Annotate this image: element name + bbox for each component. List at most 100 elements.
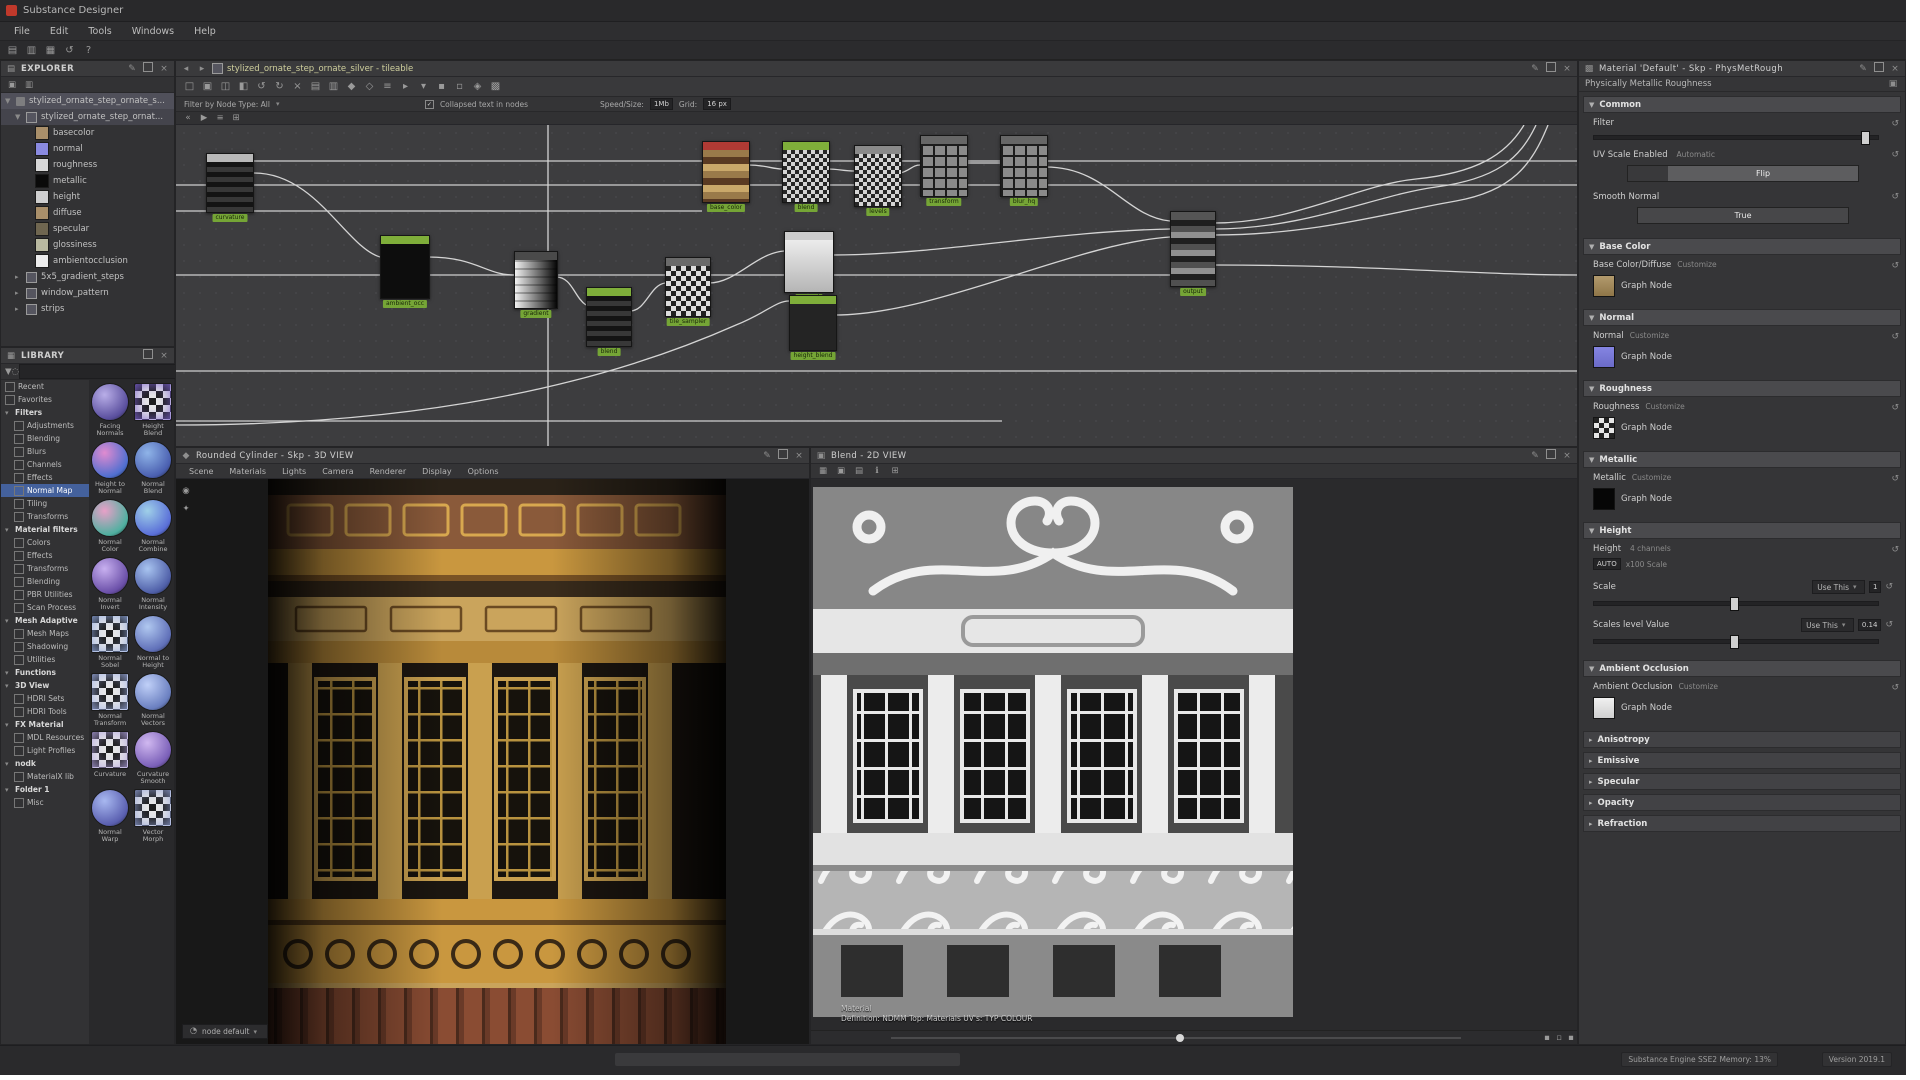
explorer-graph-window_pattern[interactable]: ▸window_pattern: [1, 285, 174, 301]
reset-icon[interactable]: ↺: [1891, 474, 1899, 484]
graph-tool-icon-11[interactable]: ≡: [380, 79, 395, 94]
caret-down-icon[interactable]: ▾: [5, 526, 12, 534]
graph-tool-icon-15[interactable]: ▫: [452, 79, 467, 94]
lock-icon[interactable]: ▣: [1887, 79, 1899, 89]
height-scale-combo[interactable]: Use This▾: [1812, 580, 1865, 594]
graph-tool-icon-17[interactable]: ▩: [488, 79, 503, 94]
caret-down-icon[interactable]: ▾: [5, 409, 12, 417]
map-thumbnail[interactable]: [1593, 275, 1615, 297]
caret-right-icon[interactable]: ▸: [15, 289, 22, 297]
library-tree-item-filters[interactable]: ▾Filters: [1, 406, 89, 419]
caret-right-icon[interactable]: ▸: [15, 305, 22, 313]
grid-value[interactable]: 16 px: [703, 98, 731, 110]
height-level-combo[interactable]: Use This▾: [1801, 618, 1854, 632]
reset-icon[interactable]: ↺: [1885, 582, 1893, 592]
pin-icon[interactable]: ✎: [1529, 64, 1541, 74]
edit-icon[interactable]: ✎: [126, 64, 138, 74]
graph-node[interactable]: base_color: [702, 141, 750, 203]
close-icon[interactable]: ×: [1889, 64, 1901, 74]
library-tree-item-favorites[interactable]: Favorites: [1, 393, 89, 406]
float-icon[interactable]: [142, 62, 154, 75]
graph-node[interactable]: curvature: [206, 153, 254, 213]
graph-tool-icon-16[interactable]: ◈: [470, 79, 485, 94]
close-icon[interactable]: ×: [158, 64, 170, 74]
filter-slider[interactable]: [1593, 135, 1879, 140]
section-header-collapsed[interactable]: ▸Emissive: [1583, 752, 1901, 769]
library-item[interactable]: Facing Normals: [91, 383, 129, 437]
map-thumbnail[interactable]: [1593, 697, 1615, 719]
graph-node[interactable]: ambient_occ: [380, 235, 430, 299]
graph-canvas[interactable]: curvatureambient_occgradientblendtile_sa…: [176, 125, 1577, 446]
library-tree-item-utilities[interactable]: Utilities: [1, 653, 89, 666]
caret-down-icon[interactable]: ▾: [5, 617, 12, 625]
view2d-zoom-slider[interactable]: [891, 1037, 1461, 1039]
library-item[interactable]: Curvature Smooth: [134, 731, 172, 785]
library-item[interactable]: Curvature: [91, 731, 129, 785]
reset-icon[interactable]: ↺: [1891, 150, 1899, 160]
grid-icon[interactable]: ⊞: [889, 465, 901, 477]
caret-down-icon[interactable]: ▼: [15, 113, 22, 121]
library-item[interactable]: Normal Invert: [91, 557, 129, 611]
section-header[interactable]: ▼Base Color: [1583, 238, 1901, 255]
height-level-value[interactable]: 0.14: [1858, 619, 1882, 631]
explorer-package[interactable]: ▼ stylized_ornate_step_ornate_s...: [1, 93, 174, 109]
help-icon[interactable]: ?: [81, 43, 96, 58]
reset-icon[interactable]: ↺: [1891, 403, 1899, 413]
library-tree-item-misc[interactable]: Misc: [1, 796, 89, 809]
library-tree-item-recent[interactable]: Recent: [1, 380, 89, 393]
explorer-graph[interactable]: ▼ stylized_ornate_step_ornat...: [1, 109, 174, 125]
graph-node[interactable]: height_blend: [789, 295, 837, 351]
graph-tool-icon-10[interactable]: ◇: [362, 79, 377, 94]
library-tree-item-mdl-resources[interactable]: MDL Resources: [1, 731, 89, 744]
reset-icon[interactable]: ↺: [1891, 192, 1899, 202]
library-tree-item-blending[interactable]: Blending: [1, 432, 89, 445]
close-icon[interactable]: ×: [1561, 64, 1573, 74]
slider-handle[interactable]: [1730, 635, 1739, 649]
library-item[interactable]: Normal Vectors: [134, 673, 172, 727]
float-icon[interactable]: [1545, 449, 1557, 462]
menu-item-windows[interactable]: Windows: [122, 22, 184, 41]
pin-icon[interactable]: ✎: [1529, 451, 1541, 461]
graph-node[interactable]: output: [1170, 211, 1216, 287]
map-thumbnail[interactable]: [1593, 346, 1615, 368]
channel-r-icon[interactable]: ▪: [1541, 1032, 1553, 1044]
library-tree-item-channels[interactable]: Channels: [1, 458, 89, 471]
smooth-normal-button[interactable]: True: [1637, 207, 1849, 224]
library-item[interactable]: Normal Sobel: [91, 615, 129, 669]
back-icon[interactable]: ◂: [180, 64, 192, 74]
reset-icon[interactable]: ↺: [1891, 545, 1899, 555]
library-item[interactable]: Height to Normal: [91, 441, 129, 495]
tiling-icon[interactable]: ▦: [817, 465, 829, 477]
view3d-display-combo[interactable]: ◔ node default ▾: [182, 1024, 268, 1039]
graph-tool-icon-4[interactable]: ↺: [254, 79, 269, 94]
section-height-header[interactable]: ▼Height: [1583, 522, 1901, 539]
graph-node[interactable]: blend: [782, 141, 830, 203]
search-icon[interactable]: ◌: [12, 366, 19, 378]
library-tree-item-shadowing[interactable]: Shadowing: [1, 640, 89, 653]
graph-mini-icon-3[interactable]: ⊞: [230, 112, 242, 124]
info-icon[interactable]: ℹ: [871, 465, 883, 477]
filter-icon[interactable]: ▥: [23, 79, 35, 91]
height-scale-value[interactable]: 1: [1869, 581, 1881, 593]
section-header-collapsed[interactable]: ▸Opacity: [1583, 794, 1901, 811]
library-tree-item-material-filters[interactable]: ▾Material filters: [1, 523, 89, 536]
graph-mini-icon-2[interactable]: ≡: [214, 112, 226, 124]
library-tree-item-folder-1[interactable]: ▾Folder 1: [1, 783, 89, 796]
menu-item-file[interactable]: File: [4, 22, 40, 41]
height-scale-slider[interactable]: [1593, 601, 1879, 606]
new-folder-icon[interactable]: ▣: [6, 79, 18, 91]
caret-down-icon[interactable]: ▾: [5, 786, 12, 794]
library-item[interactable]: Normal Combine: [134, 499, 172, 553]
view3d-viewport[interactable]: ◉ ✦ ◔ node default ▾: [176, 479, 809, 1044]
explorer-output-glossiness[interactable]: glossiness: [1, 237, 174, 253]
section-header-collapsed[interactable]: ▸Specular: [1583, 773, 1901, 790]
library-item[interactable]: Height Blend: [134, 383, 172, 437]
section-header[interactable]: ▼Roughness: [1583, 380, 1901, 397]
library-tree-item-transforms[interactable]: Transforms: [1, 510, 89, 523]
section-common-header[interactable]: ▼Common: [1583, 96, 1901, 113]
library-tree-item-mesh-maps[interactable]: Mesh Maps: [1, 627, 89, 640]
library-tree-item-mesh-adaptive[interactable]: ▾Mesh Adaptive: [1, 614, 89, 627]
explorer-output-roughness[interactable]: roughness: [1, 157, 174, 173]
explorer-output-diffuse[interactable]: diffuse: [1, 205, 174, 221]
caret-down-icon[interactable]: ▾: [5, 682, 12, 690]
